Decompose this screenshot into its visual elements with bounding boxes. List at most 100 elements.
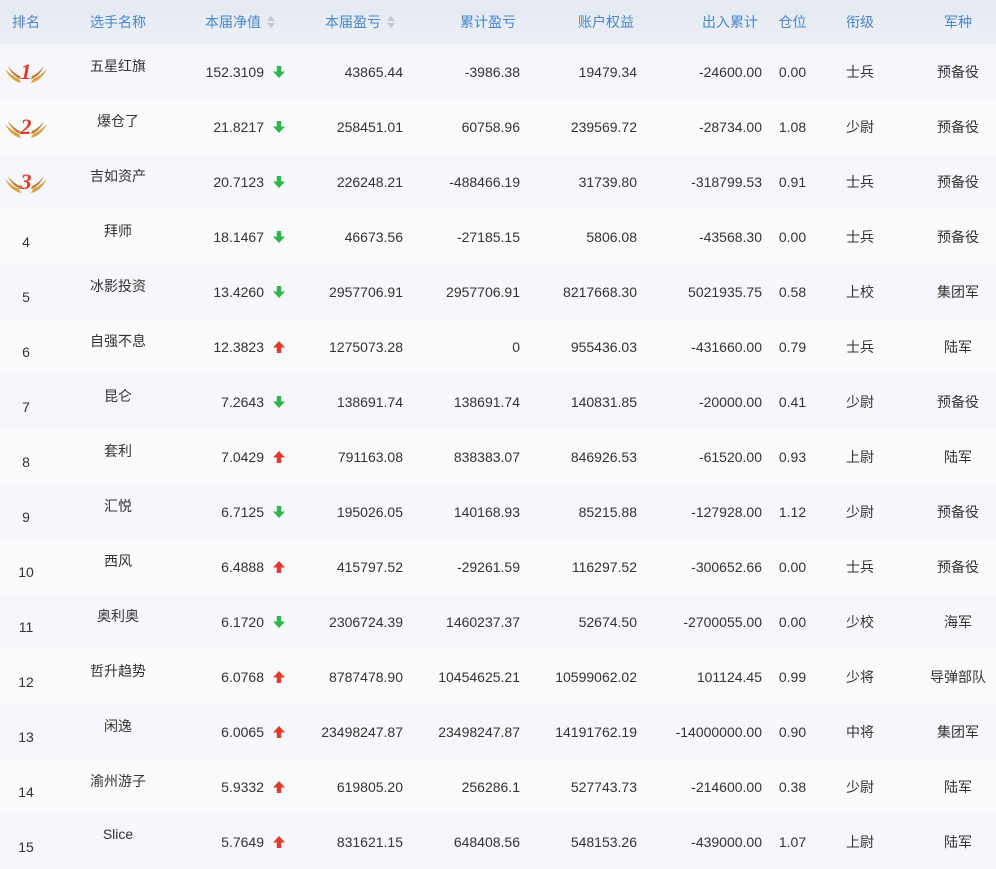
- rank-title: 上校: [846, 283, 874, 300]
- rank-title: 上尉: [846, 833, 874, 850]
- player-name[interactable]: 五星红旗: [64, 44, 172, 99]
- header-cum: 累计盈亏: [460, 14, 516, 30]
- leaderboard-table: 排名 选手名称 本届净值 本届盈亏 累计盈亏 账户权益 出入累计 仓位 衔级 军…: [0, 0, 996, 869]
- flow-value: -318799.53: [691, 173, 762, 190]
- arm-type: 集团军: [937, 283, 979, 300]
- arrow-up-icon: [268, 429, 290, 484]
- cum-pnl-value: 138691.74: [453, 393, 520, 410]
- equity-value: 52674.50: [578, 613, 637, 630]
- header-nav[interactable]: 本届净值: [190, 0, 290, 44]
- cum-pnl-value: -3986.38: [464, 63, 520, 80]
- cum-pnl-value: -27185.15: [456, 228, 520, 245]
- sort-icon[interactable]: [267, 16, 275, 28]
- flow-value: -14000000.00: [675, 723, 762, 740]
- position-value: 1.08: [778, 118, 807, 135]
- equity-value: 116297.52: [571, 558, 637, 575]
- table-row: 14 渝州游子 5.9332 619805.20 256286.1 527743.73 -2…: [0, 759, 996, 814]
- equity-value: 31739.80: [578, 173, 637, 190]
- header-pnl[interactable]: 本届盈亏: [310, 0, 410, 44]
- table-body: 1 五星红旗 152.3109 43865.44 -3986.38 19479.34 -24…: [0, 44, 996, 869]
- nav-value: 6.4888: [221, 558, 264, 575]
- player-name[interactable]: 自强不息: [64, 319, 172, 374]
- arm-type: 陆军: [944, 338, 972, 355]
- rank-title: 中将: [846, 723, 874, 740]
- rank-title: 士兵: [846, 173, 874, 190]
- pnl-value: 619805.20: [336, 778, 403, 795]
- arrow-down-icon: [268, 594, 290, 649]
- rank-number: 2: [20, 113, 32, 139]
- cum-pnl-value: -488466.19: [449, 173, 520, 190]
- player-name[interactable]: 套利: [64, 429, 172, 484]
- player-name[interactable]: 爆仓了: [64, 99, 172, 154]
- nav-value: 20.7123: [213, 173, 264, 190]
- pnl-value: 23498247.87: [321, 723, 403, 740]
- arm-type: 预备役: [937, 503, 979, 520]
- position-value: 0.00: [778, 228, 807, 245]
- player-name[interactable]: 吉如资产: [64, 154, 172, 209]
- rank-medal: 1: [0, 44, 52, 99]
- nav-value: 21.8217: [213, 118, 264, 135]
- pnl-value: 8787478.90: [329, 668, 403, 685]
- rank-number: 8: [22, 453, 30, 470]
- player-name[interactable]: 渝州游子: [64, 759, 172, 814]
- arrow-down-icon: [268, 484, 290, 539]
- equity-value: 10599062.02: [555, 668, 637, 685]
- rank-cell: 8: [0, 429, 52, 484]
- header-position: 仓位: [778, 14, 807, 30]
- rank-cell: 13: [0, 704, 52, 759]
- player-name[interactable]: 拜师: [64, 209, 172, 264]
- rank-cell: 7: [0, 374, 52, 429]
- rank-title: 士兵: [846, 558, 874, 575]
- arm-type: 集团军: [937, 723, 979, 740]
- pnl-value: 415797.52: [336, 558, 403, 575]
- pnl-value: 195026.05: [336, 503, 403, 520]
- player-name[interactable]: 西风: [64, 539, 172, 594]
- player-name[interactable]: Slice: [64, 814, 172, 869]
- rank-cell: 15: [0, 814, 52, 869]
- rank-cell: 11: [0, 594, 52, 649]
- flow-value: -20000.00: [698, 393, 762, 410]
- arm-type: 预备役: [937, 118, 979, 135]
- table-row: 6 自强不息 12.3823 1275073.28 0 955436.03 -431660.…: [0, 319, 996, 374]
- flow-value: -439000.00: [691, 833, 762, 850]
- arm-type: 海军: [944, 613, 972, 630]
- rank-cell: 4: [0, 209, 52, 264]
- pnl-value: 2306724.39: [329, 613, 403, 630]
- arrow-down-icon: [268, 154, 290, 209]
- cum-pnl-value: 23498247.87: [438, 723, 520, 740]
- arrow-up-icon: [268, 814, 290, 869]
- player-name[interactable]: 汇悦: [64, 484, 172, 539]
- header-flow: 出入累计: [702, 14, 758, 30]
- arrow-up-icon: [268, 704, 290, 759]
- rank-number: 13: [18, 728, 34, 745]
- position-value: 0.79: [778, 338, 807, 355]
- position-value: 0.99: [778, 668, 807, 685]
- position-value: 0.41: [778, 393, 807, 410]
- equity-value: 548153.26: [570, 833, 637, 850]
- table-row: 11 奥利奥 6.1720 2306724.39 1460237.37 52674.50 -…: [0, 594, 996, 649]
- position-value: 0.00: [778, 613, 807, 630]
- nav-value: 6.0768: [221, 668, 264, 685]
- cum-pnl-value: 838383.07: [453, 448, 520, 465]
- equity-value: 955436.03: [570, 338, 637, 355]
- pnl-value: 138691.74: [336, 393, 403, 410]
- player-name[interactable]: 冰影投资: [64, 264, 172, 319]
- rank-title: 少将: [846, 668, 874, 685]
- flow-value: 101124.45: [696, 668, 762, 685]
- arrow-up-icon: [268, 319, 290, 374]
- equity-value: 85215.88: [578, 503, 637, 520]
- arm-type: 预备役: [937, 173, 979, 190]
- cum-pnl-value: 1460237.37: [446, 613, 520, 630]
- table-row: 10 西风 6.4888 415797.52 -29261.59 116297.52 -30…: [0, 539, 996, 594]
- player-name[interactable]: 闲逸: [64, 704, 172, 759]
- table-row: 8 套利 7.0429 791163.08 838383.07 846926.53 -615…: [0, 429, 996, 484]
- pnl-value: 46673.56: [344, 228, 403, 245]
- sort-icon[interactable]: [387, 16, 395, 28]
- player-name[interactable]: 哲升趋势: [64, 649, 172, 704]
- player-name[interactable]: 昆仑: [64, 374, 172, 429]
- position-value: 0.91: [778, 173, 807, 190]
- flow-value: -431660.00: [691, 338, 762, 355]
- player-name[interactable]: 奥利奥: [64, 594, 172, 649]
- flow-value: -127928.00: [691, 503, 762, 520]
- rank-title: 少尉: [846, 393, 874, 410]
